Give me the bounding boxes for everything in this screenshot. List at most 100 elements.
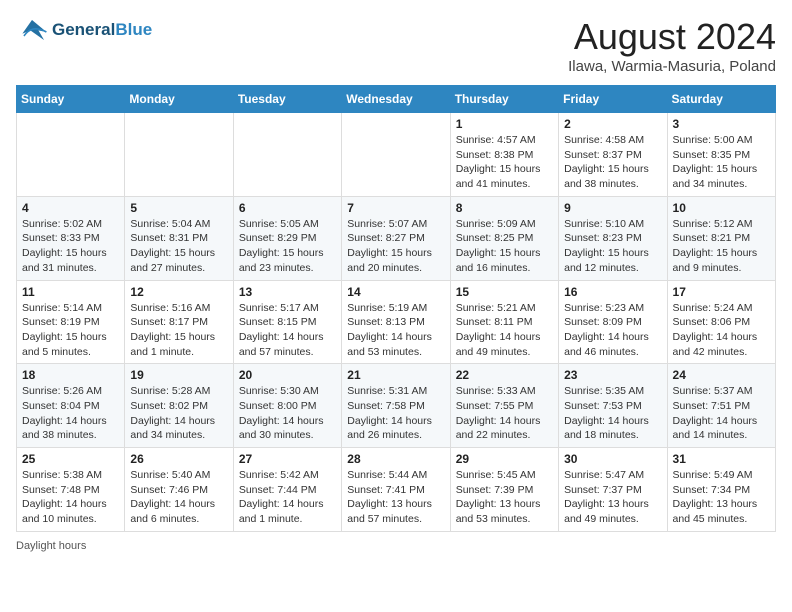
page-header: GeneralBlue August 2024 Ilawa, Warmia-Ma… (16, 16, 776, 75)
column-header-wednesday: Wednesday (342, 86, 450, 113)
day-info: Sunrise: 4:57 AM Sunset: 8:38 PM Dayligh… (456, 133, 553, 192)
day-info: Sunrise: 5:31 AM Sunset: 7:58 PM Dayligh… (347, 384, 444, 443)
calendar-cell: 2 Sunrise: 4:58 AM Sunset: 8:37 PM Daylig… (559, 113, 667, 197)
day-number: 11 (22, 285, 119, 299)
day-info: Sunrise: 5:19 AM Sunset: 8:13 PM Dayligh… (347, 301, 444, 360)
day-number: 2 (564, 117, 661, 131)
calendar-cell: 5Sunrise: 5:04 AM Sunset: 8:31 PM Daylig… (125, 196, 233, 280)
day-info: Sunrise: 5:12 AM Sunset: 8:21 PM Dayligh… (673, 217, 770, 276)
day-info: Sunrise: 5:47 AM Sunset: 7:37 PM Dayligh… (564, 468, 661, 527)
calendar-cell: 13 Sunrise: 5:17 AM Sunset: 8:15 PM Dayli… (233, 280, 341, 364)
column-header-thursday: Thursday (450, 86, 558, 113)
calendar-cell (342, 113, 450, 197)
calendar-cell: 22 Sunrise: 5:33 AM Sunset: 7:55 PM Dayli… (450, 364, 558, 448)
calendar-week-row: 25Sunrise: 5:38 AM Sunset: 7:48 PM Dayli… (17, 448, 776, 532)
logo: GeneralBlue (16, 16, 152, 44)
column-header-monday: Monday (125, 86, 233, 113)
calendar-cell: 10 Sunrise: 5:12 AM Sunset: 8:21 PM Dayli… (667, 196, 775, 280)
day-info: Sunrise: 5:07 AM Sunset: 8:27 PM Dayligh… (347, 217, 444, 276)
day-number: 28 (347, 452, 444, 466)
day-number: 20 (239, 368, 336, 382)
day-info: Sunrise: 5:33 AM Sunset: 7:55 PM Dayligh… (456, 384, 553, 443)
day-info: Sunrise: 4:58 AM Sunset: 8:37 PM Dayligh… (564, 133, 661, 192)
day-number: 17 (673, 285, 770, 299)
calendar-cell: 21 Sunrise: 5:31 AM Sunset: 7:58 PM Dayli… (342, 364, 450, 448)
day-info: Sunrise: 5:10 AM Sunset: 8:23 PM Dayligh… (564, 217, 661, 276)
calendar-cell: 16 Sunrise: 5:23 AM Sunset: 8:09 PM Dayli… (559, 280, 667, 364)
calendar-cell: 25Sunrise: 5:38 AM Sunset: 7:48 PM Dayli… (17, 448, 125, 532)
calendar-cell: 19Sunrise: 5:28 AM Sunset: 8:02 PM Dayli… (125, 364, 233, 448)
day-number: 10 (673, 201, 770, 215)
column-header-saturday: Saturday (667, 86, 775, 113)
day-info: Sunrise: 5:37 AM Sunset: 7:51 PM Dayligh… (673, 384, 770, 443)
calendar-cell: 31 Sunrise: 5:49 AM Sunset: 7:34 PM Dayli… (667, 448, 775, 532)
day-number: 7 (347, 201, 444, 215)
location: Ilawa, Warmia-Masuria, Poland (568, 58, 776, 75)
day-info: Sunrise: 5:30 AM Sunset: 8:00 PM Dayligh… (239, 384, 336, 443)
calendar-cell: 4 Sunrise: 5:02 AM Sunset: 8:33 PM Daylig… (17, 196, 125, 280)
day-info: Sunrise: 5:35 AM Sunset: 7:53 PM Dayligh… (564, 384, 661, 443)
day-info: Sunrise: 5:49 AM Sunset: 7:34 PM Dayligh… (673, 468, 770, 527)
day-info: Sunrise: 5:21 AM Sunset: 8:11 PM Dayligh… (456, 301, 553, 360)
day-info: Sunrise: 5:26 AM Sunset: 8:04 PM Dayligh… (22, 384, 119, 443)
day-info: Sunrise: 5:45 AM Sunset: 7:39 PM Dayligh… (456, 468, 553, 527)
logo-bird-icon (16, 16, 48, 44)
day-number: 3 (673, 117, 770, 131)
calendar-week-row: 4 Sunrise: 5:02 AM Sunset: 8:33 PM Daylig… (17, 196, 776, 280)
calendar-cell: 27Sunrise: 5:42 AM Sunset: 7:44 PM Dayli… (233, 448, 341, 532)
logo-text: GeneralBlue (52, 20, 152, 40)
day-info: Sunrise: 5:23 AM Sunset: 8:09 PM Dayligh… (564, 301, 661, 360)
day-number: 13 (239, 285, 336, 299)
day-info: Sunrise: 5:16 AM Sunset: 8:17 PM Dayligh… (130, 301, 227, 360)
calendar-footer: Daylight hours (16, 540, 776, 552)
calendar-cell: 15 Sunrise: 5:21 AM Sunset: 8:11 PM Dayli… (450, 280, 558, 364)
day-number: 31 (673, 452, 770, 466)
day-number: 1 (456, 117, 553, 131)
day-number: 6 (239, 201, 336, 215)
calendar-cell: 20 Sunrise: 5:30 AM Sunset: 8:00 PM Dayli… (233, 364, 341, 448)
day-number: 24 (673, 368, 770, 382)
day-info: Sunrise: 5:44 AM Sunset: 7:41 PM Dayligh… (347, 468, 444, 527)
day-info: Sunrise: 5:09 AM Sunset: 8:25 PM Dayligh… (456, 217, 553, 276)
calendar-cell: 28 Sunrise: 5:44 AM Sunset: 7:41 PM Dayli… (342, 448, 450, 532)
day-info: Sunrise: 5:17 AM Sunset: 8:15 PM Dayligh… (239, 301, 336, 360)
day-number: 21 (347, 368, 444, 382)
calendar-header-row: SundayMondayTuesdayWednesdayThursdayFrid… (17, 86, 776, 113)
day-number: 19 (130, 368, 227, 382)
column-header-friday: Friday (559, 86, 667, 113)
calendar-week-row: 11 Sunrise: 5:14 AM Sunset: 8:19 PM Dayli… (17, 280, 776, 364)
day-number: 22 (456, 368, 553, 382)
day-number: 30 (564, 452, 661, 466)
calendar-table: SundayMondayTuesdayWednesdayThursdayFrid… (16, 85, 776, 532)
day-info: Sunrise: 5:00 AM Sunset: 8:35 PM Dayligh… (673, 133, 770, 192)
calendar-cell: 11 Sunrise: 5:14 AM Sunset: 8:19 PM Dayli… (17, 280, 125, 364)
day-info: Sunrise: 5:02 AM Sunset: 8:33 PM Dayligh… (22, 217, 119, 276)
day-number: 16 (564, 285, 661, 299)
day-number: 12 (130, 285, 227, 299)
day-number: 5 (130, 201, 227, 215)
calendar-cell (125, 113, 233, 197)
calendar-cell: 9 Sunrise: 5:10 AM Sunset: 8:23 PM Daylig… (559, 196, 667, 280)
calendar-cell (17, 113, 125, 197)
calendar-cell: 12 Sunrise: 5:16 AM Sunset: 8:17 PM Dayli… (125, 280, 233, 364)
title-block: August 2024 Ilawa, Warmia-Masuria, Polan… (568, 16, 776, 75)
column-header-sunday: Sunday (17, 86, 125, 113)
day-info: Sunrise: 5:14 AM Sunset: 8:19 PM Dayligh… (22, 301, 119, 360)
calendar-cell: 1 Sunrise: 4:57 AM Sunset: 8:38 PM Daylig… (450, 113, 558, 197)
month-title: August 2024 (568, 16, 776, 58)
calendar-cell: 26Sunrise: 5:40 AM Sunset: 7:46 PM Dayli… (125, 448, 233, 532)
day-number: 27 (239, 452, 336, 466)
calendar-cell: 23Sunrise: 5:35 AM Sunset: 7:53 PM Dayli… (559, 364, 667, 448)
calendar-cell: 29 Sunrise: 5:45 AM Sunset: 7:39 PM Dayli… (450, 448, 558, 532)
day-number: 9 (564, 201, 661, 215)
calendar-cell: 30 Sunrise: 5:47 AM Sunset: 7:37 PM Dayli… (559, 448, 667, 532)
calendar-cell: 17Sunrise: 5:24 AM Sunset: 8:06 PM Dayli… (667, 280, 775, 364)
day-number: 29 (456, 452, 553, 466)
calendar-week-row: 1 Sunrise: 4:57 AM Sunset: 8:38 PM Daylig… (17, 113, 776, 197)
calendar-cell: 8Sunrise: 5:09 AM Sunset: 8:25 PM Daylig… (450, 196, 558, 280)
day-number: 26 (130, 452, 227, 466)
day-number: 4 (22, 201, 119, 215)
day-number: 15 (456, 285, 553, 299)
calendar-cell: 6Sunrise: 5:05 AM Sunset: 8:29 PM Daylig… (233, 196, 341, 280)
calendar-cell: 24 Sunrise: 5:37 AM Sunset: 7:51 PM Dayli… (667, 364, 775, 448)
